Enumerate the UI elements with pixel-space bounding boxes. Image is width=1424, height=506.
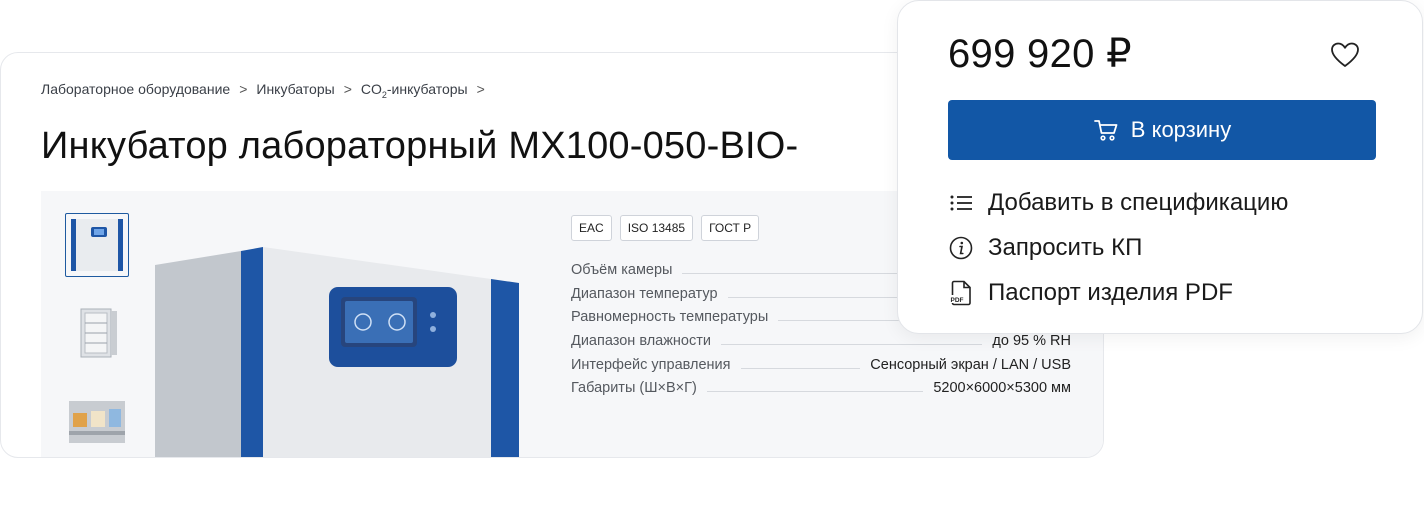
spec-row: Габариты (Ш×В×Г) 5200×6000×5300 мм (571, 373, 1071, 396)
spec-name: Диапазон влажности (571, 333, 711, 350)
product-passport-pdf-link[interactable]: PDF Паспорт изделия PDF (948, 279, 1233, 307)
breadcrumb-item-co2-incubators[interactable]: CO2-инкубаторы (361, 81, 468, 100)
breadcrumb-item-incubators[interactable]: Инкубаторы (256, 81, 334, 97)
spec-name: Габариты (Ш×В×Г) (571, 380, 697, 397)
badge-gost: ГОСТ Р (701, 215, 760, 241)
breadcrumb-separator: > (343, 81, 352, 97)
info-icon (948, 235, 974, 261)
add-to-cart-button[interactable]: В корзину (948, 100, 1376, 160)
thumbnail-interior[interactable] (65, 389, 129, 453)
product-passport-pdf-label: Паспорт изделия PDF (988, 279, 1233, 306)
incubator-front-thumbnail-image (71, 219, 123, 271)
add-to-cart-label: В корзину (1130, 117, 1232, 142)
thumbnail-list (65, 213, 131, 457)
thumbnail-front[interactable] (65, 213, 129, 277)
thumbnail-open-door[interactable] (65, 301, 129, 365)
breadcrumb-item-lab-equipment[interactable]: Лабораторное оборудование (41, 81, 230, 97)
heart-icon[interactable] (1330, 41, 1360, 69)
badge-iso: ISO 13485 (619, 215, 694, 241)
spec-value: до 95 % RH (992, 333, 1071, 350)
incubator-interior-thumbnail-image (69, 401, 125, 443)
spec-value: 5200×6000×5300 мм (933, 380, 1071, 397)
pdf-file-icon: PDF (948, 280, 974, 306)
spec-row: Интерфейс управления Сенсорный экран / LA… (571, 350, 1071, 373)
spec-name: Равномерность температуры (571, 309, 769, 326)
add-to-specification-label: Добавить в спецификацию (988, 189, 1289, 216)
incubator-product-image (155, 247, 519, 457)
request-quote-link[interactable]: Запросить КП (948, 234, 1142, 262)
breadcrumb: Лабораторное оборудование > Инкубаторы >… (41, 81, 485, 100)
spec-value: Сенсорный экран / LAN / USB (870, 356, 1071, 373)
list-icon (948, 190, 974, 216)
breadcrumb-separator: > (476, 81, 485, 97)
page-title: Инкубатор лабораторный MX100-050-BIO- (41, 125, 799, 167)
spec-name: Интерфейс управления (571, 356, 731, 373)
spec-name: Объём камеры (571, 262, 673, 278)
breadcrumb-separator: > (239, 81, 248, 97)
buy-panel: 699 920 ₽ В корзину Добавить в специфика… (897, 0, 1423, 334)
badge-eac: EAC (571, 215, 612, 241)
spec-name: Диапазон температур (571, 285, 718, 302)
incubator-open-thumbnail-image (80, 308, 117, 358)
request-quote-label: Запросить КП (988, 234, 1143, 261)
cart-icon (1093, 120, 1118, 141)
svg-text:PDF: PDF (951, 297, 964, 304)
add-to-specification-link[interactable]: Добавить в спецификацию (948, 189, 1288, 217)
price: 699 920 ₽ (948, 32, 1132, 76)
